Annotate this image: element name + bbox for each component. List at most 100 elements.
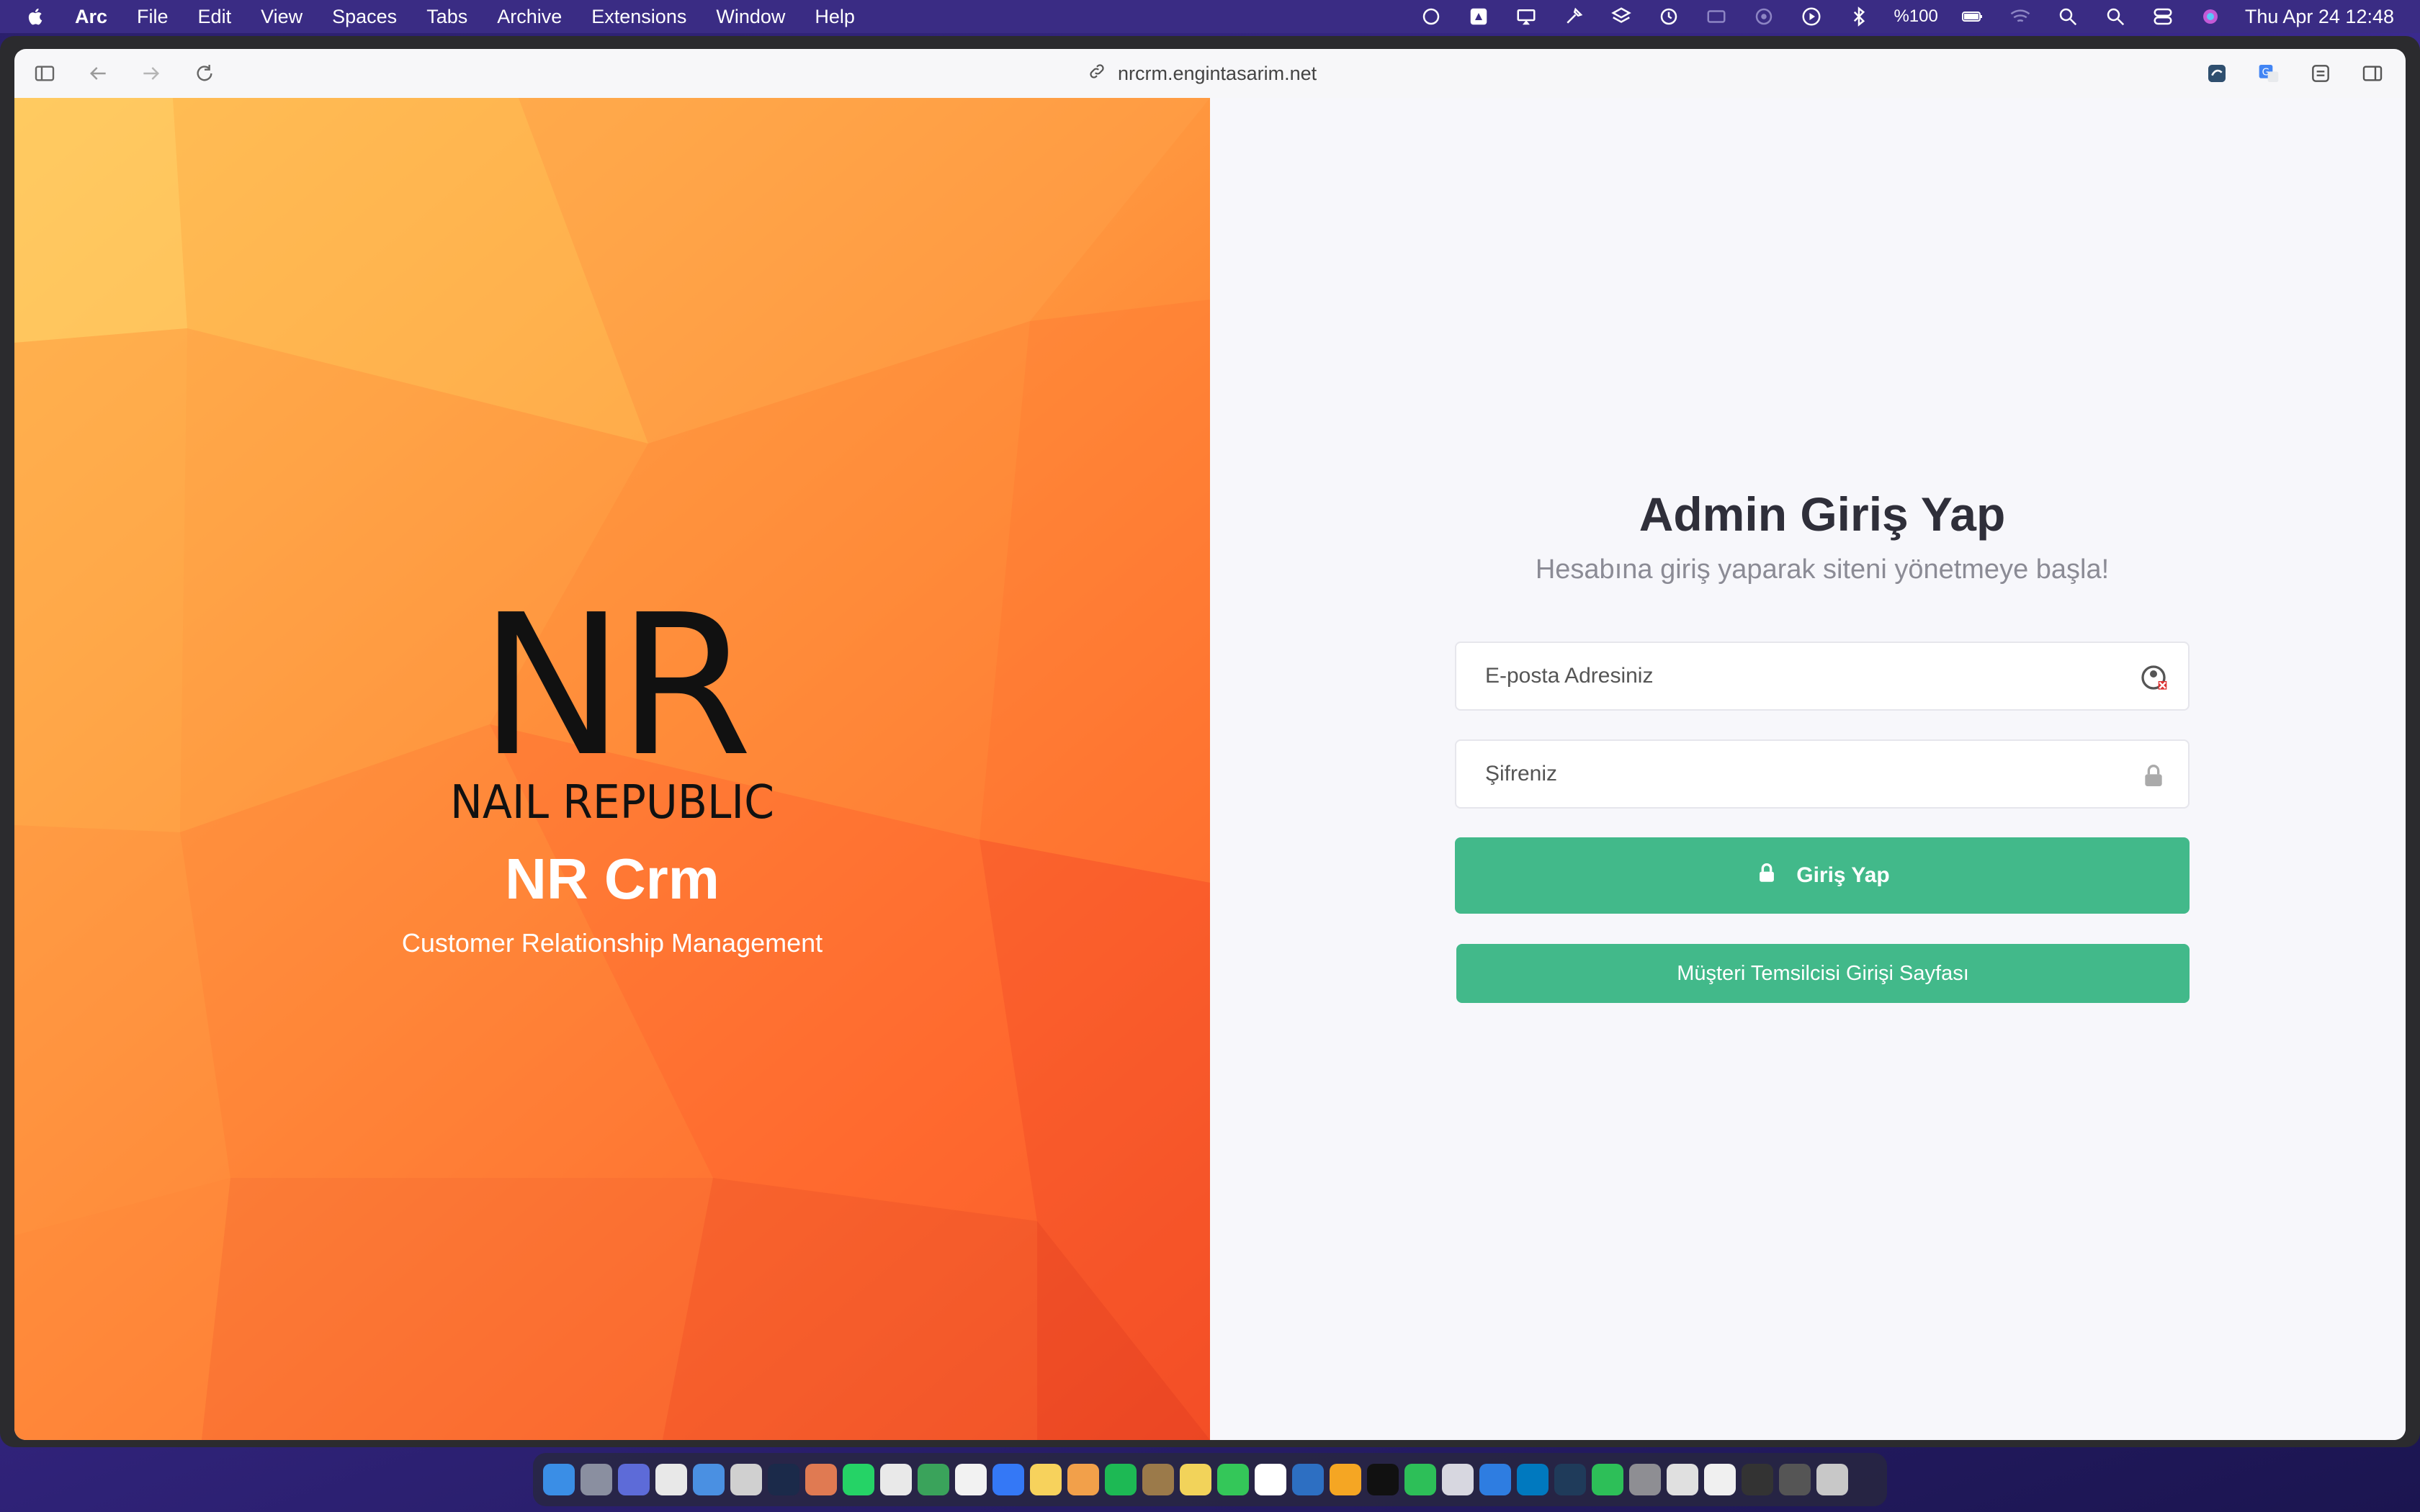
nail-republic-logo: NR NAIL REPUBLIC: [439, 572, 785, 832]
link-icon: [1088, 62, 1106, 86]
app-icon[interactable]: [1554, 1464, 1586, 1495]
app-icon[interactable]: [1367, 1464, 1399, 1495]
chatgpt-status-icon[interactable]: [1418, 6, 1444, 27]
facetime-icon[interactable]: [1592, 1464, 1623, 1495]
sidebar-toggle-icon[interactable]: [32, 60, 58, 86]
trash-icon[interactable]: [1816, 1464, 1848, 1495]
sublime-icon[interactable]: [1330, 1464, 1361, 1495]
app-icon[interactable]: [1742, 1464, 1773, 1495]
login-submit-label: Giriş Yap: [1796, 863, 1890, 887]
login-panel: Admin Giriş Yap Hesabına giriş yaparak s…: [1210, 98, 2406, 1440]
maps-icon[interactable]: [992, 1464, 1024, 1495]
translate-icon[interactable]: G: [2256, 60, 2282, 86]
password-manager-icon[interactable]: [2139, 663, 2168, 692]
brand-title: NR Crm: [505, 847, 720, 911]
drive-status-icon[interactable]: [1466, 6, 1492, 27]
wifi-status-icon[interactable]: [2007, 6, 2033, 27]
hotspot-status-icon[interactable]: [1751, 6, 1777, 27]
email-placeholder: E-posta Adresiniz: [1485, 664, 1654, 688]
menu-help[interactable]: Help: [815, 6, 855, 28]
airplay-status-icon[interactable]: [1513, 6, 1539, 27]
app-icon[interactable]: [1667, 1464, 1698, 1495]
stickies-icon[interactable]: [1180, 1464, 1211, 1495]
email-field[interactable]: E-posta Adresiniz: [1455, 642, 2190, 711]
menu-spaces[interactable]: Spaces: [332, 6, 397, 28]
settings-icon[interactable]: [1629, 1464, 1661, 1495]
photos-icon[interactable]: [1067, 1464, 1099, 1495]
back-arrow-icon[interactable]: [85, 60, 111, 86]
extension-icon[interactable]: [2204, 60, 2230, 86]
web-page: NR NAIL REPUBLIC NR Crm Customer Relatio…: [14, 98, 2406, 1440]
url-text[interactable]: nrcrm.engintasarim.net: [1118, 63, 1317, 85]
menu-archive[interactable]: Archive: [497, 6, 562, 28]
app-icon[interactable]: [1404, 1464, 1436, 1495]
launchpad-icon[interactable]: [581, 1464, 612, 1495]
reload-icon[interactable]: [192, 60, 218, 86]
calendar-icon[interactable]: [1255, 1464, 1286, 1495]
finder-icon[interactable]: [543, 1464, 575, 1495]
password-placeholder: Şifreniz: [1485, 762, 1558, 786]
app-icon[interactable]: [1442, 1464, 1474, 1495]
search-status-icon[interactable]: [2055, 6, 2081, 27]
menu-window[interactable]: Window: [716, 6, 785, 28]
tools-status-icon[interactable]: [1561, 6, 1587, 27]
chatgpt-icon[interactable]: [730, 1464, 762, 1495]
whatsapp-icon[interactable]: [843, 1464, 874, 1495]
battery-percent: %100: [1894, 6, 1938, 26]
siri-icon[interactable]: [2197, 6, 2223, 27]
menu-edit[interactable]: Edit: [198, 6, 232, 28]
bluetooth-status-icon[interactable]: [1846, 6, 1872, 27]
battery-icon[interactable]: [1960, 6, 1986, 27]
control-center-icon[interactable]: [2150, 6, 2176, 27]
brand-panel: NR NAIL REPUBLIC NR Crm Customer Relatio…: [14, 98, 1210, 1440]
trello-icon[interactable]: [1517, 1464, 1549, 1495]
menu-bar: Arc File Edit View Spaces Tabs Archive E…: [0, 0, 2420, 33]
menu-clock[interactable]: Thu Apr 24 12:48: [2245, 6, 2394, 28]
url-bar[interactable]: nrcrm.engintasarim.net: [1088, 59, 1317, 88]
status-area: %100 Thu Apr 24 12:48: [1418, 0, 2394, 33]
apple-menu-icon[interactable]: [26, 6, 53, 27]
rep-login-button[interactable]: Müşteri Temsilcisi Girişi Sayfası: [1456, 944, 2190, 1003]
login-form: Admin Giriş Yap Hesabına giriş yaparak s…: [1455, 487, 2190, 1003]
preview-icon[interactable]: [618, 1464, 650, 1495]
app-icon[interactable]: [1142, 1464, 1174, 1495]
forward-arrow-icon[interactable]: [138, 60, 164, 86]
svg-text:NAIL REPUBLIC: NAIL REPUBLIC: [450, 776, 774, 829]
app-icon[interactable]: [1779, 1464, 1811, 1495]
lock-icon: [2139, 761, 2168, 790]
mail-icon[interactable]: [693, 1464, 725, 1495]
spotlight-status-icon[interactable]: [2102, 6, 2128, 27]
time-machine-status-icon[interactable]: [1656, 6, 1682, 27]
login-submit-button[interactable]: Giriş Yap: [1455, 837, 2190, 914]
slack-icon[interactable]: [880, 1464, 912, 1495]
login-title: Admin Giriş Yap: [1639, 487, 2006, 541]
menu-app-name[interactable]: Arc: [75, 6, 107, 28]
claude-icon[interactable]: [805, 1464, 837, 1495]
login-subtitle: Hesabına giriş yaparak siteni yönetmeye …: [1535, 554, 2110, 585]
menu-view[interactable]: View: [261, 6, 302, 28]
notes-icon[interactable]: [1030, 1464, 1062, 1495]
menu-file[interactable]: File: [137, 6, 169, 28]
dock: [533, 1453, 1887, 1506]
messages-icon[interactable]: [1217, 1464, 1249, 1495]
split-view-icon[interactable]: [2360, 60, 2385, 86]
brand-subtitle: Customer Relationship Management: [401, 928, 823, 958]
app-icon[interactable]: [1479, 1464, 1511, 1495]
svg-text:NR: NR: [479, 602, 748, 799]
app-icon[interactable]: [768, 1464, 799, 1495]
reminders-icon[interactable]: [955, 1464, 987, 1495]
screen-status-icon[interactable]: [1703, 6, 1729, 27]
menu-extensions[interactable]: Extensions: [591, 6, 686, 28]
browser-window: nrcrm.engintasarim.net G NR NAIL REPUBLI…: [0, 36, 2420, 1447]
layers-status-icon[interactable]: [1608, 6, 1634, 27]
chrome-icon[interactable]: [655, 1464, 687, 1495]
menu-tabs[interactable]: Tabs: [426, 6, 467, 28]
files-icon[interactable]: [1704, 1464, 1736, 1495]
settings-toggle-icon[interactable]: [2308, 60, 2334, 86]
dia-icon[interactable]: [1292, 1464, 1324, 1495]
spotify-icon[interactable]: [1105, 1464, 1137, 1495]
app-icon[interactable]: [918, 1464, 949, 1495]
play-status-icon[interactable]: [1798, 6, 1824, 27]
password-field[interactable]: Şifreniz: [1455, 739, 2190, 809]
rep-login-label: Müşteri Temsilcisi Girişi Sayfası: [1677, 961, 1969, 985]
